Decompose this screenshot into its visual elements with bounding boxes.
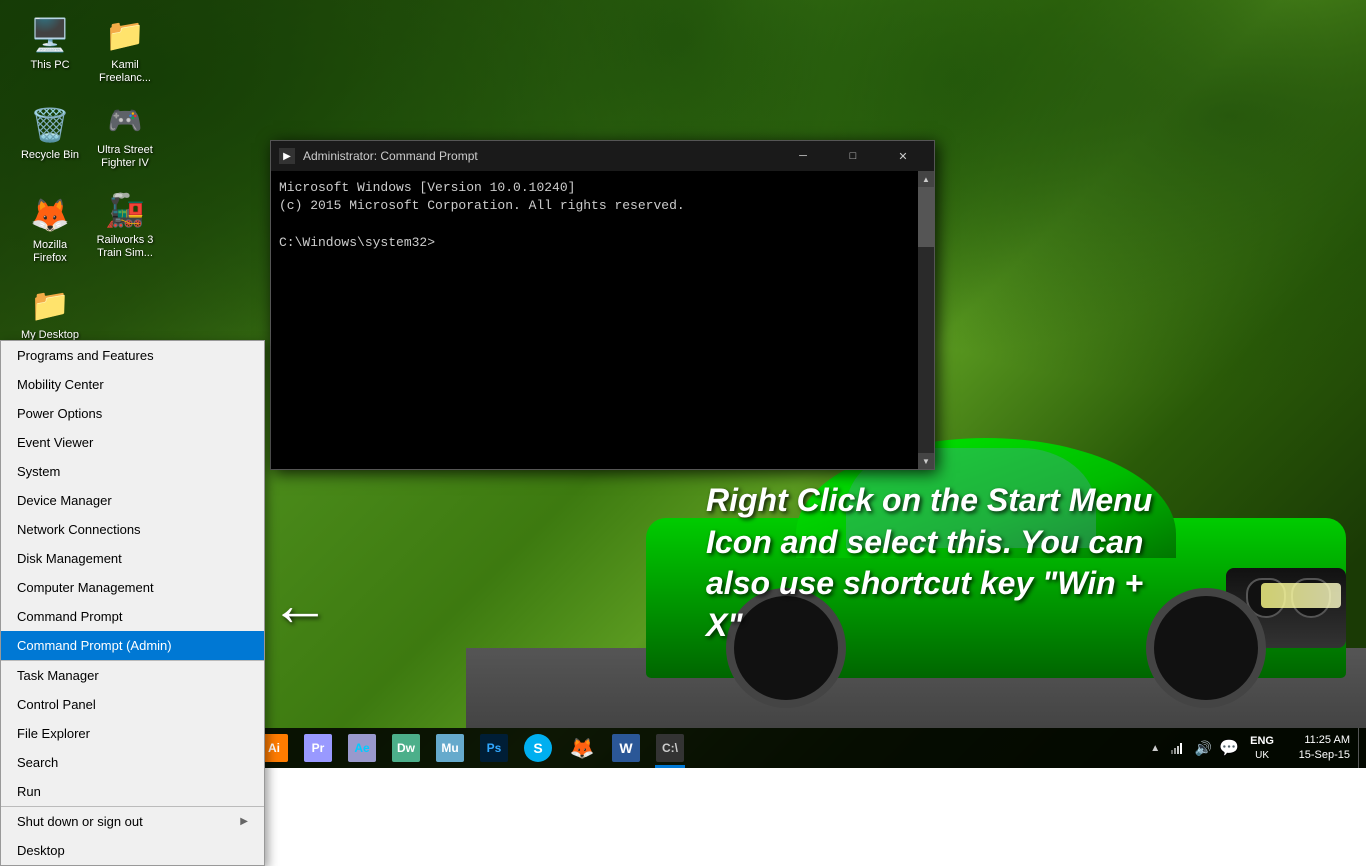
cmd-window: ▶ Administrator: Command Prompt ─ □ ✕ Mi… [270, 140, 935, 470]
muse-icon: Mu [436, 734, 464, 762]
scroll-down-button[interactable]: ▼ [918, 453, 934, 469]
context-menu: Programs and Features Mobility Center Po… [0, 340, 265, 866]
taskbar-app-firefox[interactable]: 🦊 [560, 728, 604, 768]
menu-item-command-prompt[interactable]: Command Prompt [1, 602, 264, 631]
maximize-button[interactable]: □ [830, 141, 876, 171]
scroll-thumb [918, 187, 934, 247]
desktop-icon-ultra-sf[interactable]: 🎮 Ultra StreetFighter IV [85, 100, 165, 170]
desktop-icon-recycle-bin[interactable]: 🗑️ Recycle Bin [10, 105, 90, 162]
language-code: ENG [1250, 734, 1274, 748]
this-pc-icon: 🖥️ [30, 15, 70, 55]
skype-icon: S [524, 734, 552, 762]
cmd-titlebar[interactable]: ▶ Administrator: Command Prompt ─ □ ✕ [271, 141, 934, 171]
taskbar-app-photoshop[interactable]: Ps [472, 728, 516, 768]
taskbar-app-skype[interactable]: S [516, 728, 560, 768]
kamil-label: KamilFreelanc... [99, 59, 151, 85]
notification-icon[interactable]: 💬 [1216, 728, 1242, 768]
menu-item-file-explorer[interactable]: File Explorer [1, 719, 264, 748]
taskbar-app-muse[interactable]: Mu [428, 728, 472, 768]
this-pc-label: This PC [30, 59, 69, 72]
menu-item-network-connections[interactable]: Network Connections [1, 515, 264, 544]
language-indicator[interactable]: ENG UK [1246, 728, 1278, 768]
taskbar-app-cmd[interactable]: C:\ [648, 728, 692, 768]
clock-time: 11:25 AM [1304, 733, 1350, 748]
desktop-icon-railworks[interactable]: 🚂 Railworks 3Train Sim... [85, 190, 165, 260]
system-clock[interactable]: 11:25 AM 15-Sep-15 [1278, 728, 1358, 768]
ultra-sf-icon: 🎮 [105, 100, 145, 140]
cmd-scrollbar: ▲ ▼ [918, 171, 934, 469]
menu-item-mobility-center[interactable]: Mobility Center [1, 370, 264, 399]
cmd-title: Administrator: Command Prompt [303, 149, 780, 163]
language-region: UK [1255, 749, 1269, 762]
menu-item-command-prompt-admin[interactable]: Command Prompt (Admin) [1, 631, 264, 660]
taskbar-app-premiere[interactable]: Pr [296, 728, 340, 768]
cmd-body: Microsoft Windows [Version 10.0.10240] (… [271, 171, 934, 469]
menu-item-desktop[interactable]: Desktop [1, 836, 264, 865]
taskbar-apps: e 📁 🛍️ Ai Pr Ae Dw [120, 728, 1146, 768]
kamil-icon: 📁 [105, 15, 145, 55]
taskbar-system-area: ▲ 🔊 💬 [1146, 728, 1246, 768]
annotation-text: Right Click on the Start Menu Icon and s… [706, 480, 1186, 646]
menu-item-programs-features[interactable]: Programs and Features [1, 341, 264, 370]
my-desktop-icon: 📁 [30, 285, 70, 325]
menu-item-task-manager[interactable]: Task Manager [1, 660, 264, 690]
taskbar-app-after-effects[interactable]: Ae [340, 728, 384, 768]
ultra-sf-label: Ultra StreetFighter IV [97, 144, 153, 170]
notification-expand-button[interactable]: ▲ [1146, 743, 1164, 754]
menu-item-shut-down[interactable]: Shut down or sign out ▶ [1, 806, 264, 836]
firefox-label: MozillaFirefox [33, 239, 67, 265]
menu-item-system[interactable]: System [1, 457, 264, 486]
cmd-line-3 [279, 215, 910, 233]
window-controls: ─ □ ✕ [780, 141, 926, 171]
scroll-up-button[interactable]: ▲ [918, 171, 934, 187]
photoshop-icon: Ps [480, 734, 508, 762]
railworks-label: Railworks 3Train Sim... [97, 234, 154, 260]
shut-down-chevron: ▶ [240, 816, 248, 827]
after-effects-icon: Ae [348, 734, 376, 762]
close-button[interactable]: ✕ [880, 141, 926, 171]
cmd-window-icon: ▶ [279, 148, 295, 164]
clock-date: 15-Sep-15 [1299, 748, 1350, 763]
menu-item-computer-management[interactable]: Computer Management [1, 573, 264, 602]
menu-item-search[interactable]: Search [1, 748, 264, 777]
menu-item-event-viewer[interactable]: Event Viewer [1, 428, 264, 457]
cmd-content[interactable]: Microsoft Windows [Version 10.0.10240] (… [271, 171, 918, 469]
menu-item-disk-management[interactable]: Disk Management [1, 544, 264, 573]
cmd-line-2: (c) 2015 Microsoft Corporation. All righ… [279, 197, 910, 215]
cmd-line-1: Microsoft Windows [Version 10.0.10240] [279, 179, 910, 197]
speaker-icon[interactable]: 🔊 [1190, 728, 1216, 768]
railworks-icon: 🚂 [105, 190, 145, 230]
cmd-line-4: C:\Windows\system32> [279, 234, 910, 252]
firefox-icon: 🦊 [30, 195, 70, 235]
menu-item-device-manager[interactable]: Device Manager [1, 486, 264, 515]
menu-item-control-panel[interactable]: Control Panel [1, 690, 264, 719]
desktop-icon-kamil[interactable]: 📁 KamilFreelanc... [85, 15, 165, 85]
scroll-track[interactable] [918, 187, 934, 453]
network-icon[interactable] [1164, 728, 1190, 768]
taskbar-app-dreamweaver[interactable]: Dw [384, 728, 428, 768]
menu-item-run[interactable]: Run [1, 777, 264, 806]
recycle-bin-icon: 🗑️ [30, 105, 70, 145]
firefox-taskbar-icon: 🦊 [570, 736, 595, 761]
desktop-icon-this-pc[interactable]: 🖥️ This PC [10, 15, 90, 72]
premiere-icon: Pr [304, 734, 332, 762]
desktop: 🖥️ This PC 📁 KamilFreelanc... 🗑️ Recycle… [0, 0, 1366, 768]
desktop-icon-firefox[interactable]: 🦊 MozillaFirefox [10, 195, 90, 265]
show-desktop-button[interactable] [1358, 728, 1366, 768]
word-icon: W [612, 734, 640, 762]
taskbar-app-word[interactable]: W [604, 728, 648, 768]
cmd-taskbar-icon: C:\ [656, 734, 684, 762]
minimize-button[interactable]: ─ [780, 141, 826, 171]
annotation-arrow: ← [270, 570, 330, 639]
recycle-bin-label: Recycle Bin [21, 149, 79, 162]
menu-item-power-options[interactable]: Power Options [1, 399, 264, 428]
dreamweaver-icon: Dw [392, 734, 420, 762]
